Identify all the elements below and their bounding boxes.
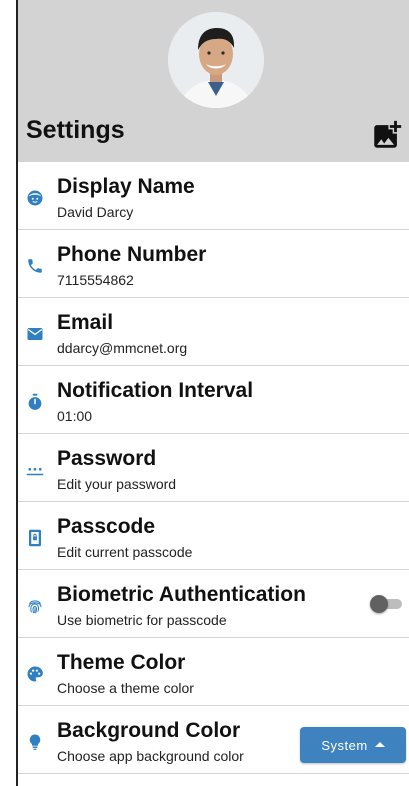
setting-value: Use biometric for passcode bbox=[57, 612, 227, 628]
add-photo-icon[interactable] bbox=[370, 118, 404, 152]
settings-screen: Settings Display Name David Darcy Phone … bbox=[16, 0, 409, 786]
setting-label: Password bbox=[57, 447, 157, 470]
background-color-dropdown[interactable]: System bbox=[300, 727, 406, 763]
email-icon bbox=[26, 325, 44, 343]
notification-interval-row[interactable]: Notification Interval 01:00 bbox=[18, 366, 409, 434]
user-avatar[interactable] bbox=[168, 12, 264, 108]
theme-color-row[interactable]: Theme Color Choose a theme color bbox=[18, 638, 409, 706]
setting-label: Theme Color bbox=[57, 651, 186, 674]
fingerprint-icon bbox=[26, 597, 44, 615]
settings-header: Settings bbox=[18, 0, 409, 162]
setting-value: Edit your password bbox=[57, 476, 177, 492]
caret-up-icon bbox=[374, 741, 385, 747]
phone-icon bbox=[26, 257, 44, 275]
passcode-row[interactable]: Passcode Edit current passcode bbox=[18, 502, 409, 570]
toggle-knob bbox=[370, 595, 388, 613]
setting-label: Background Color bbox=[57, 719, 241, 742]
password-row[interactable]: Password Edit your password bbox=[18, 434, 409, 502]
background-color-row: Background Color Choose app background c… bbox=[18, 706, 409, 774]
setting-label: Display Name bbox=[57, 175, 195, 198]
setting-value: 7115554862 bbox=[57, 272, 134, 288]
face-icon bbox=[26, 189, 44, 207]
email-row[interactable]: Email ddarcy@mmcnet.org bbox=[18, 298, 409, 366]
passcode-icon bbox=[26, 529, 44, 547]
setting-value: ddarcy@mmcnet.org bbox=[57, 340, 188, 356]
password-icon bbox=[26, 461, 44, 479]
biometric-toggle[interactable] bbox=[370, 594, 404, 614]
settings-list: Display Name David Darcy Phone Number 71… bbox=[18, 162, 409, 774]
setting-label: Notification Interval bbox=[57, 379, 254, 402]
setting-label: Phone Number bbox=[57, 243, 207, 266]
biometric-row: Biometric Authentication Use biometric f… bbox=[18, 570, 409, 638]
setting-value: Choose app background color bbox=[57, 748, 244, 764]
page-title: Settings bbox=[26, 116, 125, 144]
lightbulb-icon bbox=[26, 733, 44, 751]
setting-value: Edit current passcode bbox=[57, 544, 193, 560]
setting-value: 01:00 bbox=[57, 408, 93, 424]
setting-value: Choose a theme color bbox=[57, 680, 194, 696]
timer-icon bbox=[26, 393, 44, 411]
dropdown-selected-value: System bbox=[321, 737, 368, 753]
phone-number-row[interactable]: Phone Number 7115554862 bbox=[18, 230, 409, 298]
setting-label: Email bbox=[57, 311, 114, 334]
setting-label: Biometric Authentication bbox=[57, 583, 306, 606]
setting-value: David Darcy bbox=[57, 204, 134, 220]
display-name-row[interactable]: Display Name David Darcy bbox=[18, 162, 409, 230]
palette-icon bbox=[26, 665, 44, 683]
setting-label: Passcode bbox=[57, 515, 156, 538]
